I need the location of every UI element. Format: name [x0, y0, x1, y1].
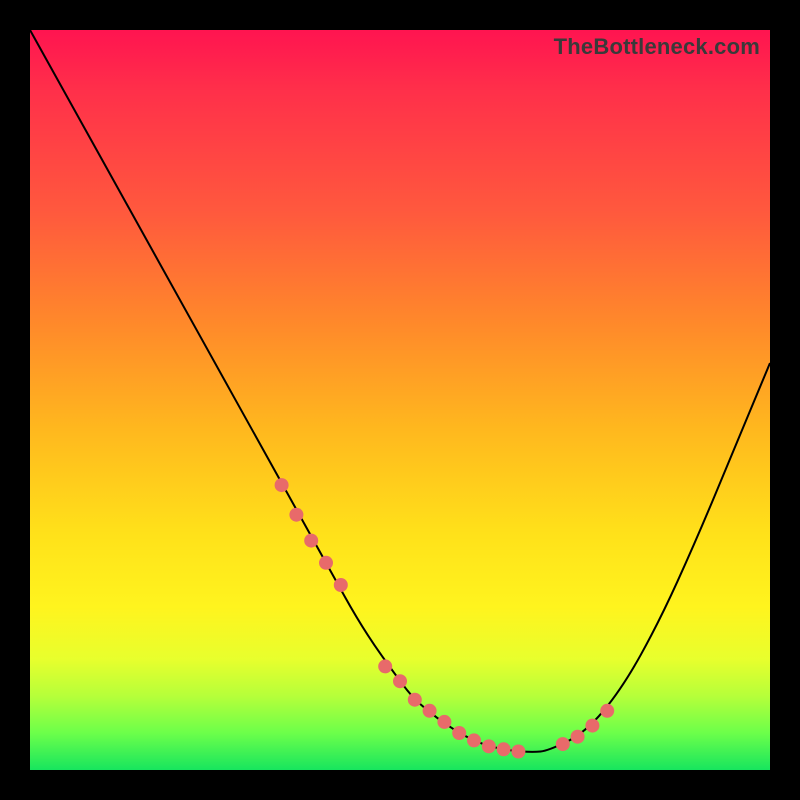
highlight-dot — [378, 659, 392, 673]
highlight-dot — [571, 730, 585, 744]
highlight-dot — [556, 737, 570, 751]
highlight-dot — [393, 674, 407, 688]
highlight-dot — [467, 733, 481, 747]
bottleneck-curve — [30, 30, 770, 770]
highlight-dot — [289, 508, 303, 522]
highlight-dot — [275, 478, 289, 492]
highlight-dot — [334, 578, 348, 592]
highlight-dot — [511, 745, 525, 759]
curve-path — [30, 30, 770, 752]
highlight-dot — [319, 556, 333, 570]
highlight-dot — [600, 704, 614, 718]
chart-plot-area: TheBottleneck.com — [30, 30, 770, 770]
highlight-dot — [452, 726, 466, 740]
highlight-dot — [304, 534, 318, 548]
highlight-dot — [437, 715, 451, 729]
highlight-dot — [497, 742, 511, 756]
highlight-dots — [275, 478, 615, 758]
highlight-dot — [585, 719, 599, 733]
highlight-dot — [408, 693, 422, 707]
highlight-dot — [482, 739, 496, 753]
highlight-dot — [423, 704, 437, 718]
chart-frame: TheBottleneck.com — [0, 0, 800, 800]
